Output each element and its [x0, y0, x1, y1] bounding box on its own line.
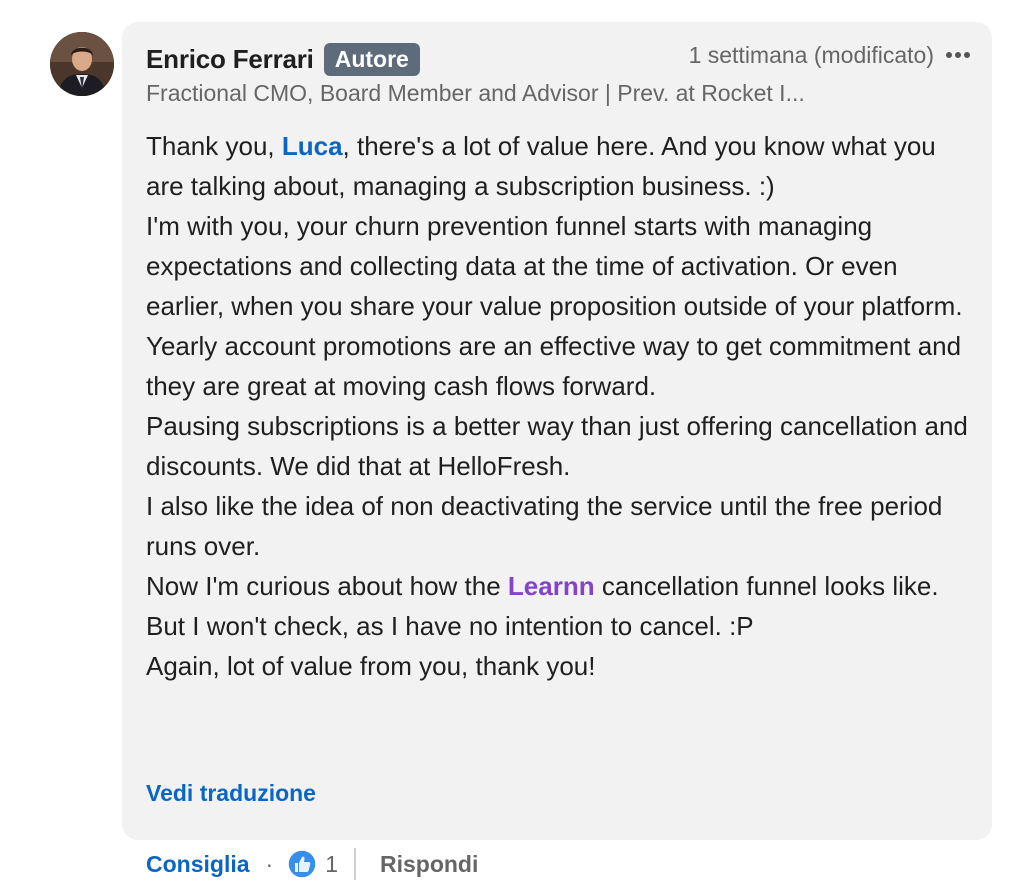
comment-text: Thank you, Luca, there's a lot of value … [146, 126, 976, 686]
comment-text-segment: Thank you, [146, 131, 282, 161]
comment-bubble: Enrico Ferrari Autore 1 settimana (modif… [122, 22, 992, 840]
reply-button[interactable]: Rispondi [380, 851, 478, 878]
comment-paragraph: I'm with you, your churn prevention funn… [146, 211, 963, 321]
author-name[interactable]: Enrico Ferrari [146, 44, 314, 75]
like-button[interactable]: Consiglia [146, 851, 250, 878]
comment-paragraph: Thank you, Luca, there's a lot of value … [146, 126, 976, 206]
author-avatar[interactable] [50, 32, 114, 96]
comment-paragraph: Yearly account promotions are an effecti… [146, 331, 962, 401]
comment-paragraph: Again, lot of value from you, thank you! [146, 651, 596, 681]
comment-paragraph: Pausing subscriptions is a better way th… [146, 411, 968, 481]
comment-paragraph: I also like the idea of non deactivating… [146, 491, 943, 561]
comment-meta: 1 settimana (modificato) [689, 40, 972, 70]
author-row: Enrico Ferrari Autore [146, 42, 420, 76]
author-headline: Fractional CMO, Board Member and Advisor… [146, 80, 805, 106]
action-separator: · [265, 850, 274, 877]
mention-luca-link[interactable]: Luca [282, 131, 343, 161]
action-divider [353, 848, 356, 880]
comment-timestamp: 1 settimana (modificato) [688, 41, 934, 68]
comment-text-segment: Now I'm curious about how the [146, 571, 508, 601]
comment-actions: Consiglia · 1 Rispondi [146, 845, 478, 883]
comment-paragraph: Now I'm curious about how the Learnn can… [146, 566, 976, 646]
thumbs-up-icon[interactable] [287, 849, 317, 879]
reaction-count[interactable]: 1 [325, 851, 338, 878]
author-badge: Autore [323, 42, 420, 76]
mention-learnn-link[interactable]: Learnn [508, 571, 595, 601]
ellipsis-icon[interactable] [944, 41, 972, 69]
see-translation-link[interactable]: Vedi traduzione [146, 780, 316, 807]
avatar-photo [50, 32, 114, 96]
